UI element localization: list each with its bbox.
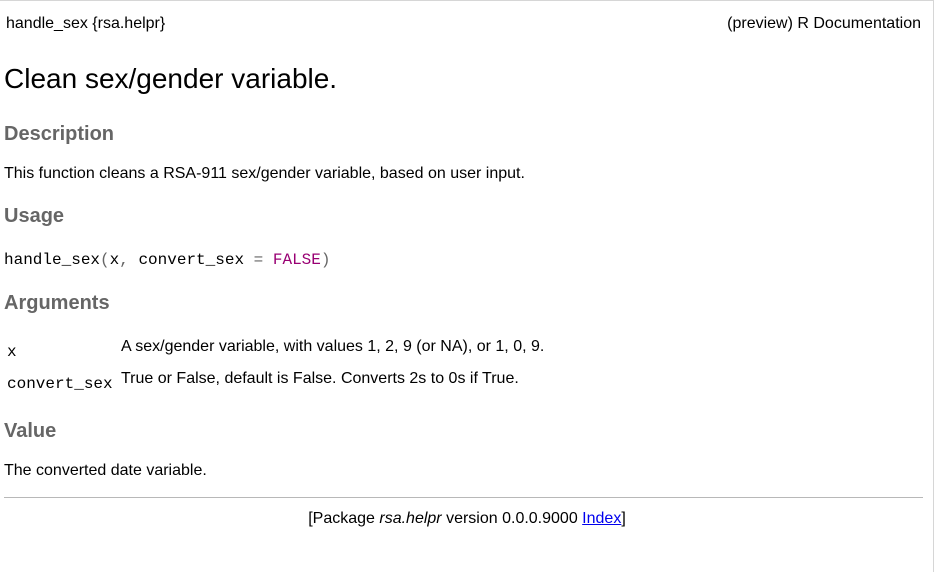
footer-package-name: rsa.helpr [379, 510, 442, 527]
arguments-heading: Arguments [4, 292, 110, 314]
doc-header: handle_sex {rsa.helpr} (preview) R Docum… [6, 15, 921, 33]
argument-name-x: x [7, 343, 17, 361]
footer-prefix: [Package [308, 510, 380, 527]
usage-heading: Usage [4, 205, 65, 227]
argument-name-convert-sex: convert_sex [7, 375, 113, 393]
usage-comma: , [119, 251, 139, 269]
description-text: This function cleans a RSA-911 sex/gende… [4, 165, 525, 182]
usage-arg-x: x [109, 251, 120, 269]
usage-equals: = [244, 251, 273, 269]
argument-desc-convert-sex: True or False, default is False. Convert… [121, 370, 519, 387]
usage-function-name: handle_sex [4, 251, 101, 269]
usage-arg-convert-sex: convert_sex [138, 251, 245, 269]
value-heading: Value [4, 420, 57, 442]
index-link[interactable]: Index [582, 510, 621, 527]
usage-default-value: FALSE [272, 251, 321, 269]
r-documentation-label: (preview) R Documentation [727, 15, 921, 32]
value-text: The converted date variable. [4, 462, 207, 479]
usage-code: handle_sex(x, convert_sex = FALSE) [4, 250, 331, 270]
usage-open-paren: ( [100, 251, 110, 269]
package-footer: [Package rsa.helpr version 0.0.0.9000 In… [0, 509, 934, 529]
description-heading: Description [4, 123, 115, 145]
argument-desc-x: A sex/gender variable, with values 1, 2,… [121, 338, 545, 355]
footer-version: version 0.0.0.9000 [441, 510, 583, 527]
footer-divider [4, 497, 923, 498]
topic-package-label: handle_sex {rsa.helpr} [6, 15, 166, 32]
footer-suffix: ] [621, 510, 626, 527]
page-title: Clean sex/gender variable. [4, 63, 338, 94]
usage-close-paren: ) [320, 251, 331, 269]
